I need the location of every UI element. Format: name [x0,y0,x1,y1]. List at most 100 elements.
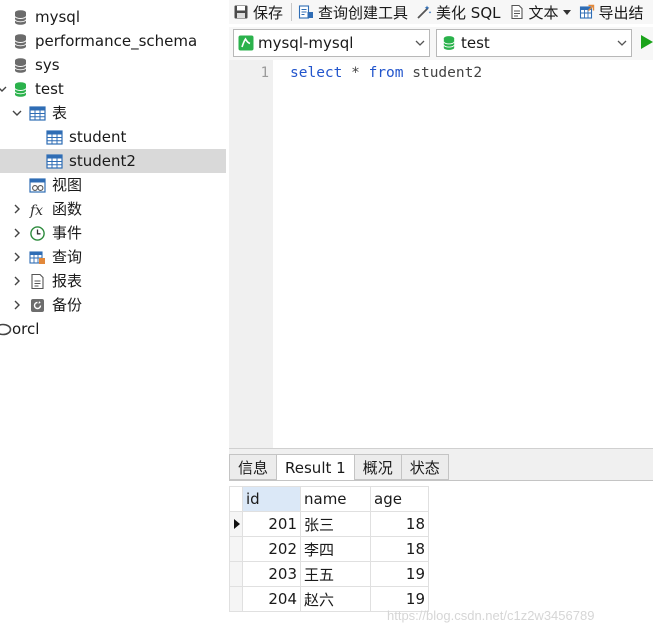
row-pointer-icon [234,519,240,529]
connection-icon [0,321,12,338]
tree-item-label: student [69,128,127,146]
run-icon[interactable] [640,34,653,50]
export-result-button[interactable]: 导出结 [579,0,644,24]
query-builder-icon [298,4,314,20]
cell-name[interactable]: 李四 [300,536,371,562]
tree-item-label: 视图 [52,176,83,194]
tree-item-functions[interactable]: fx 函数 [0,197,226,221]
connection-select[interactable]: mysql-mysql [233,29,430,57]
chevron-down-icon [411,29,429,57]
document-icon [509,4,525,20]
cell-age[interactable]: 18 [370,536,429,562]
watermark: https://blog.csdn.net/c1z2w3456789 [387,608,595,623]
chevron-down-icon[interactable] [0,83,8,95]
cell-age[interactable]: 18 [370,511,429,537]
tree-item-label: performance_schema [35,32,198,50]
connection-value: mysql-mysql [258,34,354,52]
database-select[interactable]: test [436,29,632,57]
tree-item-backups[interactable]: 备份 [0,293,226,317]
result-grid: id name age 201 张三 18 202 李四 18 203 王五 1… [229,486,429,612]
chevron-right-icon[interactable] [11,275,23,287]
chevron-down-icon [613,29,631,57]
tree-item-label: 查询 [52,248,83,266]
function-icon: fx [29,201,46,218]
view-icon [29,177,46,194]
cell-name[interactable]: 赵六 [300,586,371,612]
export-result-label: 导出结 [598,3,644,22]
table-icon [46,153,63,170]
sql-keyword: from [368,65,404,81]
chevron-right-icon[interactable] [11,227,23,239]
table-icon [46,129,63,146]
row-indicator [229,586,243,612]
tree-item-student[interactable]: student [0,125,226,149]
tree-item-label: 表 [52,104,68,122]
tree-item-reports[interactable]: 报表 [0,269,226,293]
tree-item-label: mysql [35,8,80,26]
column-header-id[interactable]: id [242,486,301,512]
chevron-down-icon[interactable] [11,107,23,119]
cell-name[interactable]: 张三 [300,511,371,537]
backup-icon [29,297,46,314]
tree-item-orcl[interactable]: orcl [0,317,226,341]
query-builder-button[interactable]: 查询创建工具 [298,0,408,24]
tree-item-label: student2 [69,152,136,170]
beautify-sql-label: 美化 SQL [436,3,501,22]
tree-item-label: test [35,80,64,98]
tab-status[interactable]: 状态 [401,454,449,480]
database-icon [12,9,29,26]
cell-age[interactable]: 19 [370,561,429,587]
database-open-icon [441,35,457,51]
tree-item-label: 函数 [52,200,83,218]
result-tabs: 信息 Result 1 概况 状态 [229,454,449,481]
cell-id[interactable]: 204 [242,586,301,612]
sql-code: select * from student2 [290,65,482,81]
tree-item-performance-schema[interactable]: performance_schema [0,29,226,53]
report-icon [29,273,46,290]
cell-id[interactable]: 203 [242,561,301,587]
tree-item-student2[interactable]: student2 [0,149,226,173]
database-open-icon [12,81,29,98]
column-header-name[interactable]: name [300,486,371,512]
mysql-connection-icon [238,35,254,51]
text-button[interactable]: 文本 [509,0,571,24]
query-icon [29,249,46,266]
tab-message[interactable]: 信息 [229,454,278,480]
sql-keyword: select [290,65,343,81]
query-builder-label: 查询创建工具 [318,3,409,22]
chevron-right-icon[interactable] [11,203,23,215]
cell-id[interactable]: 201 [242,511,301,537]
save-button[interactable]: 保存 [233,0,283,24]
database-icon [12,33,29,50]
tree-item-sys[interactable]: sys [0,53,226,77]
tree-item-test[interactable]: test [0,77,226,101]
table-row[interactable]: 201 张三 18 [229,511,429,537]
cell-id[interactable]: 202 [242,536,301,562]
row-indicator-header [229,486,243,512]
text-label: 文本 [528,3,559,22]
current-row-indicator [229,511,243,537]
tree-item-mysql[interactable]: mysql [0,5,226,29]
row-indicator [229,536,243,562]
database-value: test [461,34,490,52]
chevron-right-icon[interactable] [11,299,23,311]
tab-profile[interactable]: 概况 [354,454,402,480]
column-header-age[interactable]: age [370,486,429,512]
chevron-right-icon[interactable] [11,251,23,263]
tree-item-tables[interactable]: 表 [0,101,226,125]
table-row[interactable]: 203 王五 19 [229,561,429,587]
tab-result-1[interactable]: Result 1 [277,454,355,481]
clock-icon [29,225,46,242]
line-number-gutter: 1 [229,60,273,448]
caret-down-icon [562,9,571,15]
query-toolbar: 保存 查询创建工具 美化 SQL 文本 导出结 [229,0,653,24]
sql-editor[interactable]: 1 select * from student2 [229,60,653,448]
export-icon [579,4,595,20]
cell-name[interactable]: 王五 [300,561,371,587]
tree-item-label: sys [35,56,60,74]
tree-item-views[interactable]: 视图 [0,173,226,197]
tree-item-queries[interactable]: 查询 [0,245,226,269]
beautify-sql-button[interactable]: 美化 SQL [416,0,501,24]
table-row[interactable]: 202 李四 18 [229,536,429,562]
tree-item-events[interactable]: 事件 [0,221,226,245]
